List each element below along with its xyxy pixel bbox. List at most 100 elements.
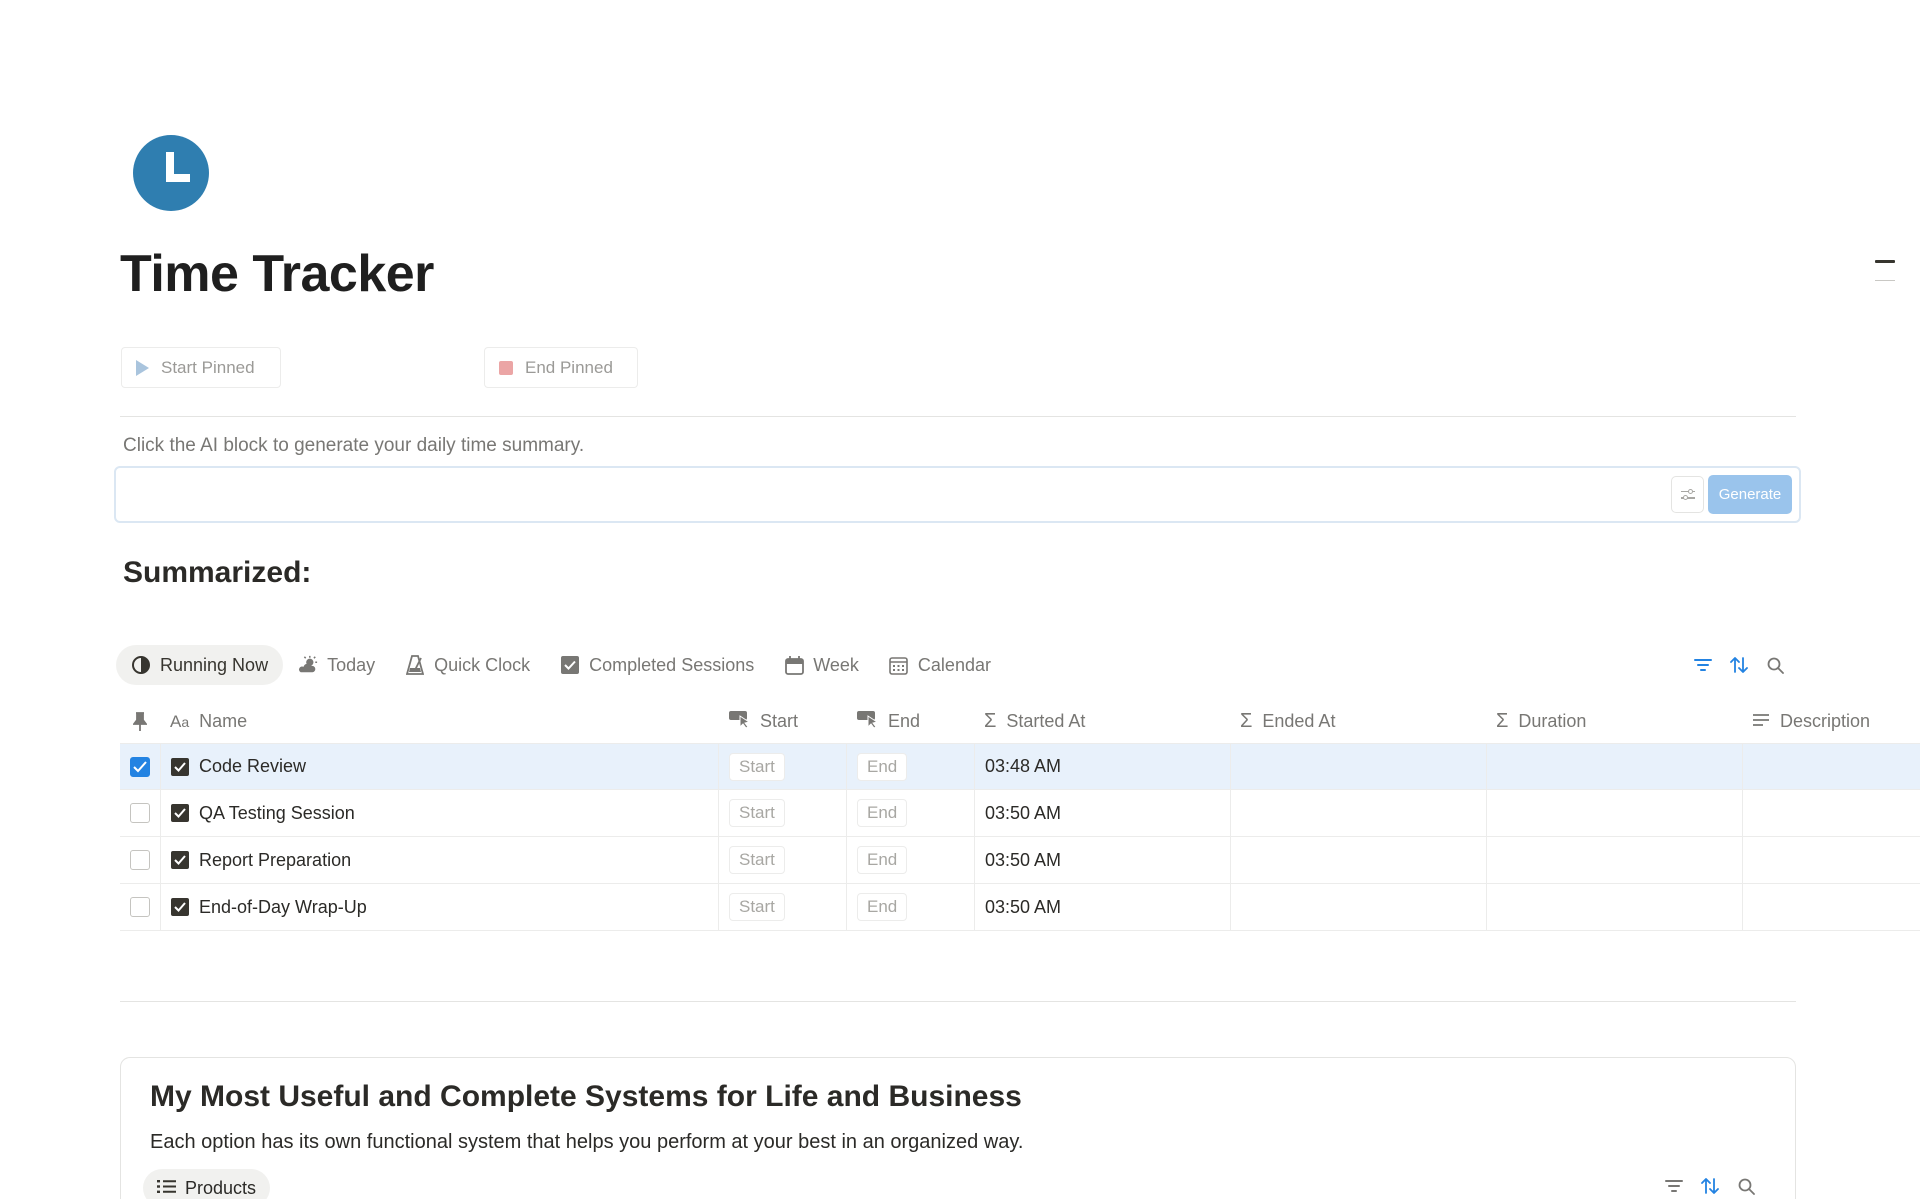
row-started-at: 03:50 AM [974, 837, 1230, 883]
table-row[interactable]: End-of-Day Wrap-Up Start End 03:50 AM [120, 884, 1920, 931]
view-tabs: Running Now Today Quick Clock Completed … [116, 645, 1006, 685]
column-header-duration[interactable]: Σ Duration [1486, 700, 1742, 743]
products-title: My Most Useful and Complete Systems for … [150, 1080, 1022, 1113]
page-title: Time Tracker [120, 245, 434, 303]
row-start-button[interactable]: Start [729, 846, 785, 874]
row-duration [1486, 744, 1742, 789]
row-start-button[interactable]: Start [729, 893, 785, 921]
row-name[interactable]: Code Review [199, 756, 306, 777]
row-ended-at [1230, 790, 1486, 836]
row-description[interactable] [1742, 744, 1920, 789]
divider [120, 416, 1796, 417]
row-end-button[interactable]: End [857, 799, 908, 827]
sliders-icon [1680, 488, 1695, 494]
table-row[interactable]: Code Review Start End 03:48 AM [120, 743, 1920, 790]
sort-icon[interactable] [1729, 655, 1749, 675]
row-select-checkbox[interactable] [130, 756, 150, 777]
row-name[interactable]: End-of-Day Wrap-Up [199, 897, 367, 918]
column-header-start[interactable]: Start [718, 700, 846, 743]
tab-quick-clock[interactable]: Quick Clock [390, 645, 545, 685]
list-icon [157, 1178, 176, 1199]
row-ended-at [1230, 884, 1486, 930]
products-subtitle: Each option has its own functional syste… [150, 1131, 1024, 1153]
checkbox-icon [171, 804, 189, 822]
start-pinned-label: Start Pinned [161, 357, 255, 377]
checkbox-icon [171, 898, 189, 916]
row-end-button[interactable]: End [857, 893, 908, 921]
row-name[interactable]: QA Testing Session [199, 803, 355, 824]
row-end-button[interactable]: End [857, 846, 908, 874]
tab-week[interactable]: Week [769, 645, 874, 685]
row-select-checkbox[interactable] [130, 850, 150, 870]
tab-running-now[interactable]: Running Now [116, 645, 284, 685]
row-duration [1486, 837, 1742, 883]
stop-icon [499, 360, 513, 375]
row-description[interactable] [1742, 884, 1920, 930]
metronome-icon [405, 655, 425, 675]
formula-icon: Σ [984, 710, 997, 732]
row-started-at: 03:50 AM [974, 884, 1230, 930]
divider [120, 1001, 1796, 1002]
calendar-grid-icon [889, 655, 909, 675]
play-icon [136, 359, 149, 376]
search-icon[interactable] [1736, 1176, 1756, 1196]
button-property-icon [728, 710, 751, 733]
row-duration [1486, 884, 1742, 930]
filter-icon[interactable] [1664, 1176, 1684, 1196]
table-row[interactable]: Report Preparation Start End 03:50 AM [120, 837, 1920, 884]
row-description[interactable] [1742, 837, 1920, 883]
column-header-description[interactable]: Description [1742, 700, 1920, 743]
table-of-contents-icon[interactable] [1875, 258, 1895, 284]
row-name[interactable]: Report Preparation [199, 850, 351, 871]
ai-settings-button[interactable] [1671, 476, 1704, 513]
end-pinned-label: End Pinned [525, 357, 613, 377]
checkbox-icon [560, 655, 580, 675]
row-ended-at [1230, 744, 1486, 789]
end-pinned-button[interactable]: End Pinned [484, 347, 638, 388]
tab-calendar[interactable]: Calendar [874, 645, 1006, 685]
text-property-icon: Aa [170, 711, 190, 731]
ai-hint-text: Click the AI block to generate your dail… [123, 435, 585, 456]
search-icon[interactable] [1765, 655, 1785, 675]
row-end-button[interactable]: End [857, 752, 908, 781]
filter-icon[interactable] [1693, 655, 1713, 675]
tab-completed-sessions[interactable]: Completed Sessions [545, 645, 769, 685]
formula-icon: Σ [1496, 710, 1509, 732]
row-ended-at [1230, 837, 1486, 883]
table-header: Aa Name Start End Σ Started At Σ Ended A… [120, 700, 1920, 743]
generate-button[interactable]: Generate [1708, 475, 1792, 514]
tab-today[interactable]: Today [283, 645, 390, 685]
column-header-name[interactable]: Aa Name [160, 700, 718, 743]
ai-block[interactable]: Generate [114, 466, 1801, 523]
column-header-ended-at[interactable]: Σ Ended At [1230, 700, 1486, 743]
formula-icon: Σ [1240, 710, 1253, 732]
running-now-table: Aa Name Start End Σ Started At Σ Ended A… [120, 700, 1920, 931]
row-started-at: 03:50 AM [974, 790, 1230, 836]
checkbox-icon [171, 757, 189, 776]
row-select-checkbox[interactable] [130, 897, 150, 917]
row-duration [1486, 790, 1742, 836]
weather-icon [298, 655, 318, 675]
row-select-checkbox[interactable] [130, 803, 150, 823]
text-lines-icon [1752, 711, 1770, 732]
view-toolbar [1693, 655, 1785, 675]
products-toolbar [1664, 1176, 1756, 1196]
row-started-at: 03:48 AM [974, 744, 1230, 789]
row-start-button[interactable]: Start [729, 799, 785, 827]
button-property-icon [856, 710, 879, 733]
row-start-button[interactable]: Start [729, 752, 785, 781]
column-header-end[interactable]: End [846, 700, 974, 743]
sort-icon[interactable] [1700, 1176, 1720, 1196]
tab-products[interactable]: Products [143, 1169, 271, 1199]
pin-column-icon[interactable] [120, 700, 160, 743]
summarized-heading: Summarized: [123, 556, 312, 589]
products-callout: My Most Useful and Complete Systems for … [120, 1057, 1796, 1199]
checkbox-icon [171, 851, 189, 869]
table-row[interactable]: QA Testing Session Start End 03:50 AM [120, 790, 1920, 837]
clock-icon[interactable] [133, 135, 209, 211]
half-circle-icon [131, 655, 151, 675]
calendar-icon [784, 655, 804, 675]
row-description[interactable] [1742, 790, 1920, 836]
column-header-started-at[interactable]: Σ Started At [974, 700, 1230, 743]
start-pinned-button[interactable]: Start Pinned [121, 347, 281, 388]
